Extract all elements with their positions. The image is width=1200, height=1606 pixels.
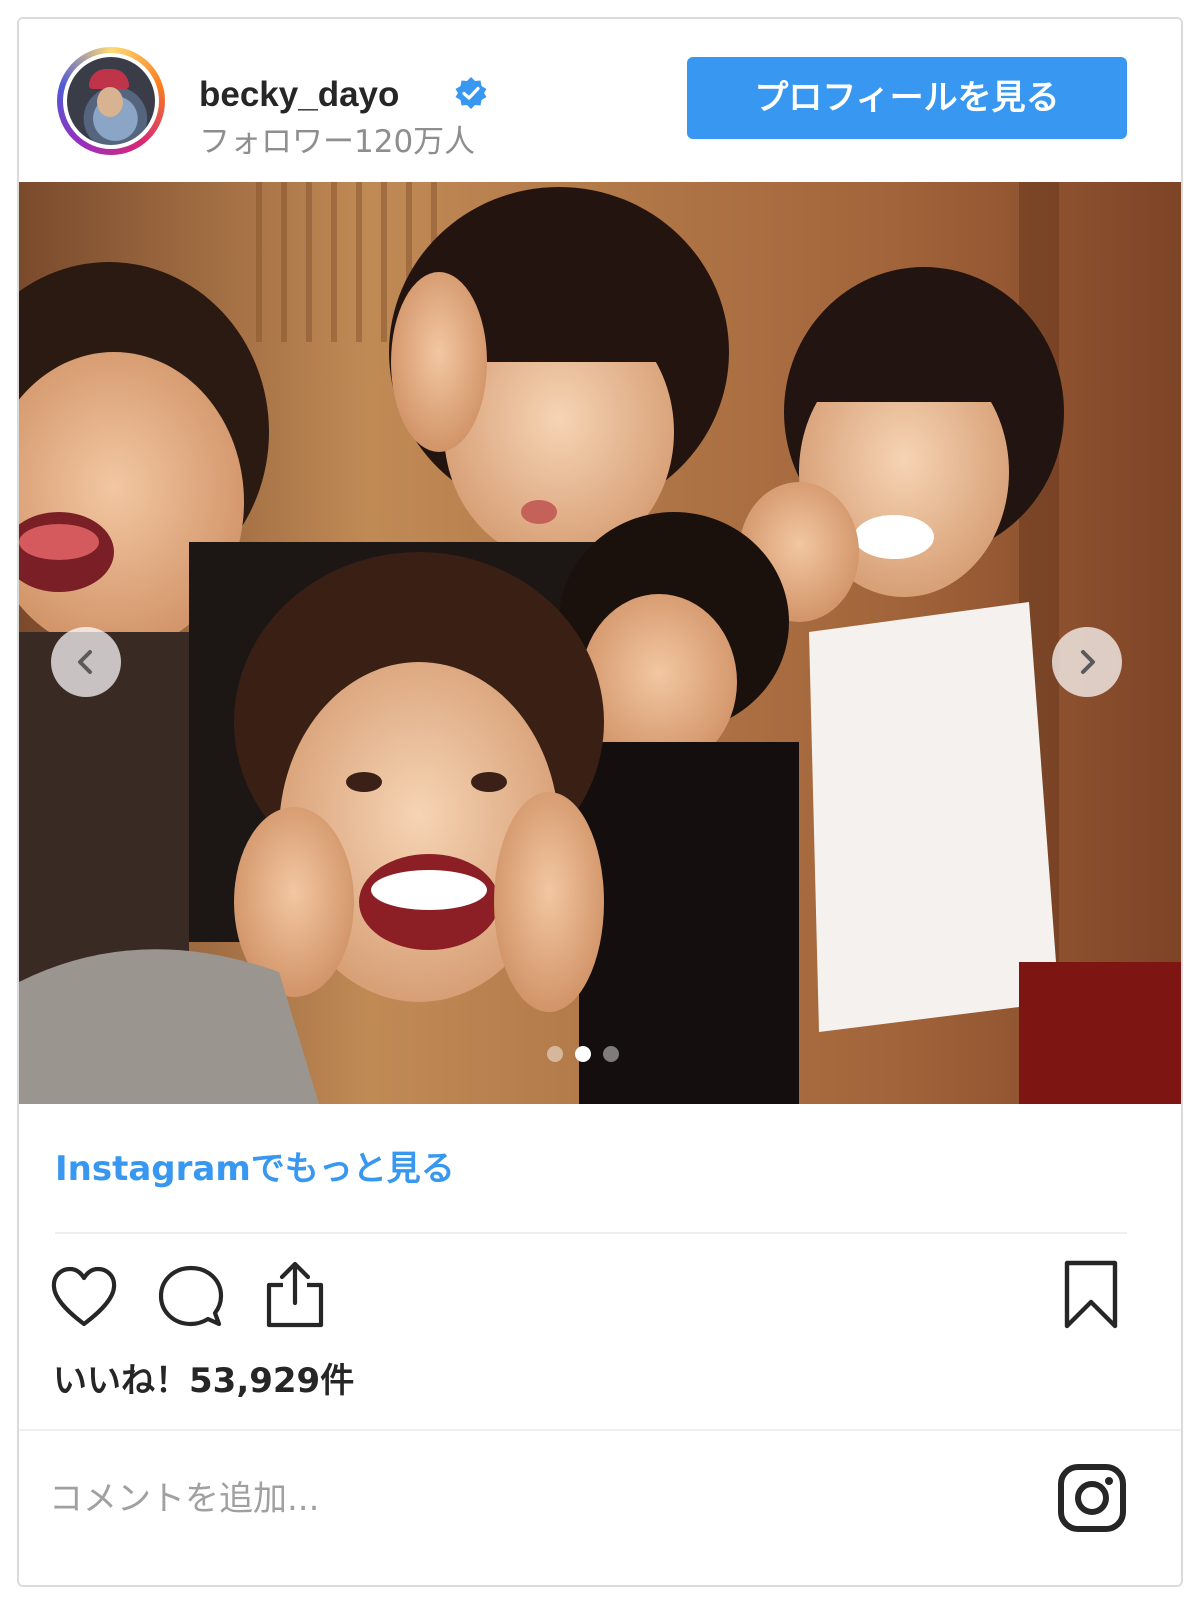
comment-area — [19, 1429, 1181, 1585]
avatar-photo — [67, 57, 155, 145]
chevron-left-icon — [78, 650, 92, 674]
avatar-cap — [89, 69, 129, 89]
follower-count: フォロワー120万人 — [199, 124, 476, 160]
carousel-dot[interactable] — [603, 1046, 619, 1062]
heart-icon[interactable] — [49, 1265, 119, 1329]
chevron-right-icon — [1081, 650, 1095, 674]
username[interactable]: becky_dayo — [199, 75, 399, 115]
instagram-embed-card: becky_dayo フォロワー120万人 プロフィールを見る Instagra… — [17, 17, 1183, 1587]
instagram-logo-icon[interactable] — [1057, 1463, 1127, 1533]
like-count[interactable]: いいね！53,929件 — [53, 1359, 354, 1403]
post-photo[interactable] — [19, 182, 1181, 1104]
divider — [55, 1232, 1127, 1234]
carousel-indicator — [547, 1046, 619, 1062]
view-profile-button[interactable]: プロフィールを見る — [687, 57, 1127, 139]
carousel-dot-active[interactable] — [575, 1046, 591, 1062]
avatar-frame — [63, 53, 159, 149]
view-more-on-instagram-link[interactable]: Instagramでもっと見る — [55, 1147, 455, 1191]
carousel-dot[interactable] — [547, 1046, 563, 1062]
avatar[interactable] — [57, 47, 165, 155]
share-icon[interactable] — [261, 1259, 329, 1331]
verified-badge-icon — [455, 77, 487, 109]
bookmark-icon[interactable] — [1062, 1259, 1120, 1331]
carousel-prev-button[interactable] — [51, 627, 121, 697]
add-comment-input[interactable] — [49, 1469, 1009, 1529]
post-header: becky_dayo フォロワー120万人 プロフィールを見る — [19, 19, 1181, 182]
comment-icon[interactable] — [157, 1263, 225, 1331]
carousel-next-button[interactable] — [1052, 627, 1122, 697]
avatar-face — [97, 87, 123, 117]
group-selfie-image — [19, 182, 1181, 1104]
